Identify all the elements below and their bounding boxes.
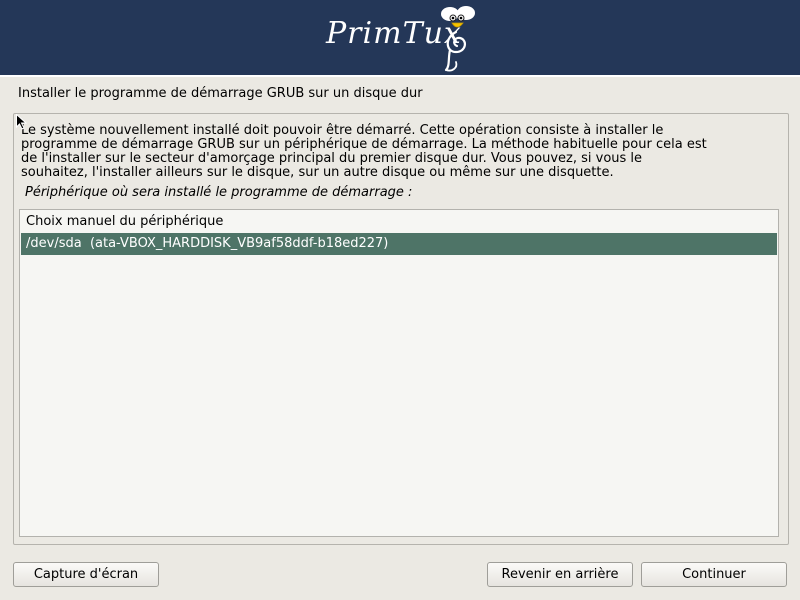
primtux-logo: PrimTux (318, 4, 483, 74)
mascot-icon (441, 6, 475, 72)
device-list[interactable]: Choix manuel du périphérique /dev/sda (a… (19, 209, 779, 537)
description-line: souhaitez, l'installer ailleurs sur le d… (21, 165, 614, 180)
description-line: programme de démarrage GRUB sur un périp… (21, 137, 707, 152)
description-text: Le système nouvellement installé doit po… (21, 124, 781, 180)
continue-button[interactable]: Continuer (641, 562, 787, 587)
banner-divider (0, 75, 800, 77)
back-button[interactable]: Revenir en arrière (487, 562, 633, 587)
list-item-dev-sda[interactable]: /dev/sda (ata-VBOX_HARDDISK_VB9af58ddf-b… (21, 233, 777, 255)
description-line: Le système nouvellement installé doit po… (21, 123, 664, 138)
header-banner: PrimTux (0, 0, 800, 75)
list-item-manual-choice[interactable]: Choix manuel du périphérique (21, 211, 777, 233)
page-title: Installer le programme de démarrage GRUB… (18, 86, 423, 101)
device-prompt-label: Périphérique où sera installé le program… (25, 185, 413, 200)
screenshot-button[interactable]: Capture d'écran (13, 562, 159, 587)
description-line: de l'installer sur le secteur d'amorçage… (21, 151, 643, 166)
mouse-pointer-icon (16, 114, 27, 130)
